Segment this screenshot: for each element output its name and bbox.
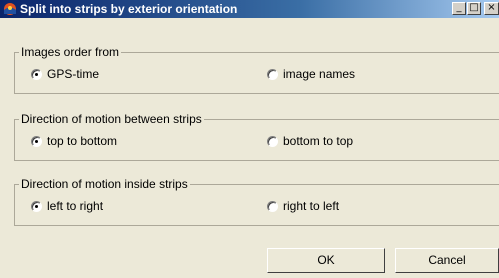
radio-unselected-icon	[267, 200, 278, 212]
radio-unselected-icon	[267, 135, 278, 147]
radio-gps-time[interactable]: GPS-time	[31, 67, 99, 81]
radio-selected-icon	[31, 200, 42, 212]
minimize-button[interactable]: _	[452, 2, 466, 15]
radio-label: bottom to top	[283, 134, 354, 148]
radio-label: right to left	[283, 199, 340, 213]
cancel-button[interactable]: Cancel	[395, 248, 499, 273]
radio-bottom-to-top[interactable]: bottom to top	[267, 134, 353, 148]
radio-label: image names	[283, 67, 356, 81]
radio-selected-icon	[31, 68, 42, 80]
title-bar[interactable]: Split into strips by exterior orientatio…	[0, 0, 499, 18]
radio-unselected-icon	[267, 68, 278, 80]
window-title: Split into strips by exterior orientatio…	[20, 2, 238, 16]
maximize-button[interactable]: □	[467, 2, 481, 15]
radio-top-to-bottom[interactable]: top to bottom	[31, 134, 117, 148]
radio-label: GPS-time	[47, 67, 100, 81]
radio-left-to-right[interactable]: left to right	[31, 199, 103, 213]
radio-image-names[interactable]: image names	[267, 67, 355, 81]
ok-button[interactable]: OK	[267, 248, 385, 273]
radio-right-to-left[interactable]: right to left	[267, 199, 339, 213]
group-label: Images order from	[19, 45, 122, 59]
close-button[interactable]: ×	[484, 2, 499, 15]
radio-label: left to right	[47, 199, 104, 213]
radio-label: top to bottom	[47, 134, 118, 148]
app-logo-icon	[4, 3, 16, 15]
dialog-window: Split into strips by exterior orientatio…	[0, 0, 499, 278]
group-label: Direction of motion inside strips	[19, 177, 190, 191]
radio-selected-icon	[31, 135, 42, 147]
group-label: Direction of motion between strips	[19, 112, 204, 126]
